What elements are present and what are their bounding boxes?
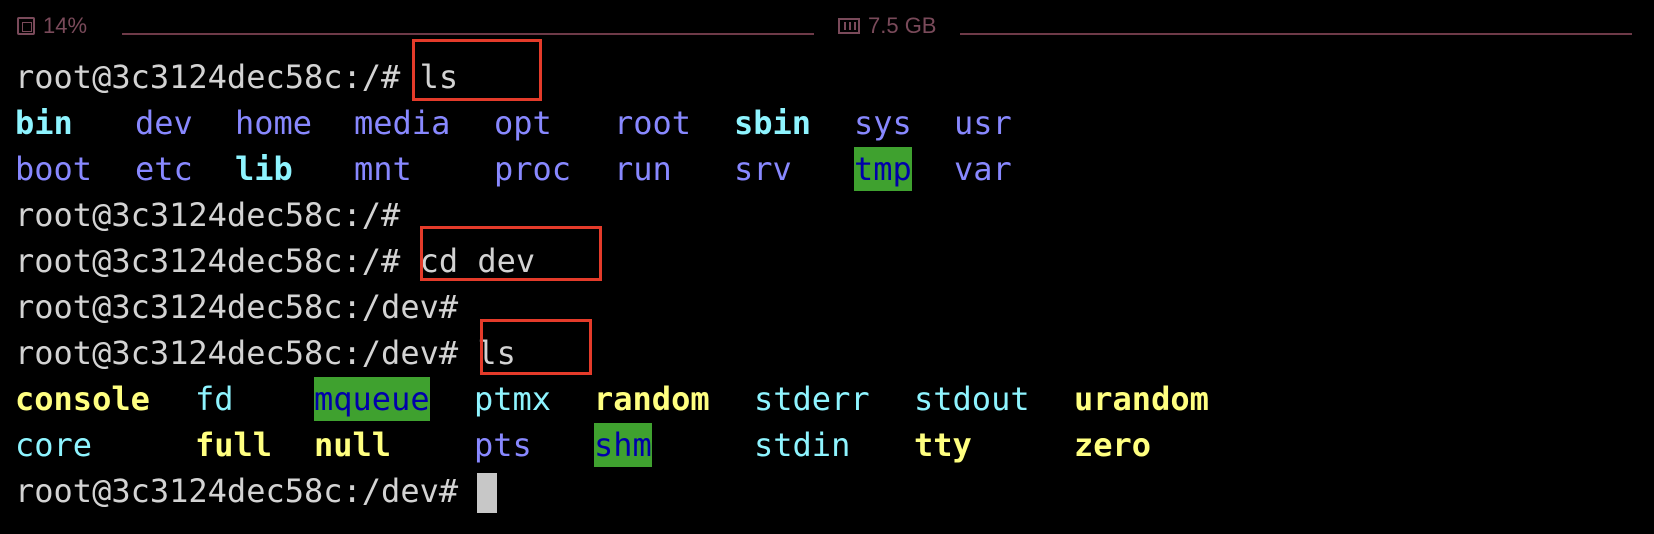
- listing-entry: var: [954, 150, 1012, 188]
- annotation-box: [420, 226, 602, 281]
- listing-entry: random: [594, 380, 710, 418]
- listing-entry: boot: [15, 150, 93, 188]
- listing-entry: media: [354, 104, 451, 142]
- listing-entry: bin: [15, 104, 73, 142]
- prompt: root@3c3124dec58c:/dev#: [15, 334, 478, 372]
- memory-usage: 7.5 GB: [838, 10, 936, 42]
- listing-entry: home: [235, 104, 313, 142]
- terminal-output[interactable]: root@3c3124dec58c:/# ls bin dev home med…: [0, 39, 1654, 534]
- listing-entry: run: [614, 150, 672, 188]
- listing-entry: full: [195, 426, 273, 464]
- listing-entry: srv: [734, 150, 792, 188]
- listing-entry: urandom: [1074, 380, 1209, 418]
- memory-usage-graph: [960, 33, 1632, 35]
- terminal-line: root@3c3124dec58c:/#: [15, 193, 400, 237]
- listing-entry: shm: [594, 423, 652, 467]
- listing-entry: mnt: [354, 150, 412, 188]
- terminal-line: root@3c3124dec58c:/dev#: [15, 285, 458, 329]
- terminal-line: root@3c3124dec58c:/dev#: [15, 469, 498, 513]
- listing-entry: pts: [474, 426, 532, 464]
- listing-entry: core: [15, 426, 93, 464]
- listing-entry: usr: [954, 104, 1012, 142]
- listing-entry: opt: [494, 104, 552, 142]
- annotation-box: [412, 39, 542, 101]
- listing-entry: null: [314, 426, 392, 464]
- status-bar: 14% 7.5 GB: [0, 0, 1654, 44]
- cpu-icon: [17, 17, 35, 35]
- listing-entry: mqueue: [314, 377, 430, 421]
- text-cursor: [477, 473, 498, 513]
- memory-icon: [838, 18, 860, 34]
- listing-entry: zero: [1074, 426, 1152, 464]
- prompt: root@3c3124dec58c:/#: [15, 58, 420, 96]
- listing-entry: lib: [235, 150, 293, 188]
- cpu-usage: 14%: [17, 10, 87, 42]
- listing-entry: proc: [494, 150, 572, 188]
- listing-entry: stdout: [914, 380, 1030, 418]
- terminal-line: root@3c3124dec58c:/# ls: [15, 55, 458, 99]
- listing-entry: fd: [195, 380, 234, 418]
- terminal-line: root@3c3124dec58c:/dev# ls: [15, 331, 516, 375]
- listing-entry: root: [614, 104, 692, 142]
- listing-entry: sys: [854, 104, 912, 142]
- prompt: root@3c3124dec58c:/#: [15, 242, 420, 280]
- listing-entry: console: [15, 380, 150, 418]
- annotation-box: [480, 319, 592, 375]
- listing-entry: tty: [914, 426, 972, 464]
- listing-entry: stdin: [754, 426, 851, 464]
- listing-entry: ptmx: [474, 380, 552, 418]
- listing-entry: sbin: [734, 104, 812, 142]
- prompt: root@3c3124dec58c:/dev#: [15, 472, 478, 510]
- listing-entry: stderr: [754, 380, 870, 418]
- memory-usage-value: 7.5 GB: [868, 13, 937, 38]
- prompt: root@3c3124dec58c:/#: [15, 196, 401, 234]
- prompt: root@3c3124dec58c:/dev#: [15, 288, 459, 326]
- listing-entry: dev: [135, 104, 193, 142]
- cpu-usage-value: 14%: [43, 13, 88, 38]
- listing-entry: tmp: [854, 147, 912, 191]
- listing-entry: etc: [135, 150, 193, 188]
- cpu-usage-graph: [122, 33, 814, 35]
